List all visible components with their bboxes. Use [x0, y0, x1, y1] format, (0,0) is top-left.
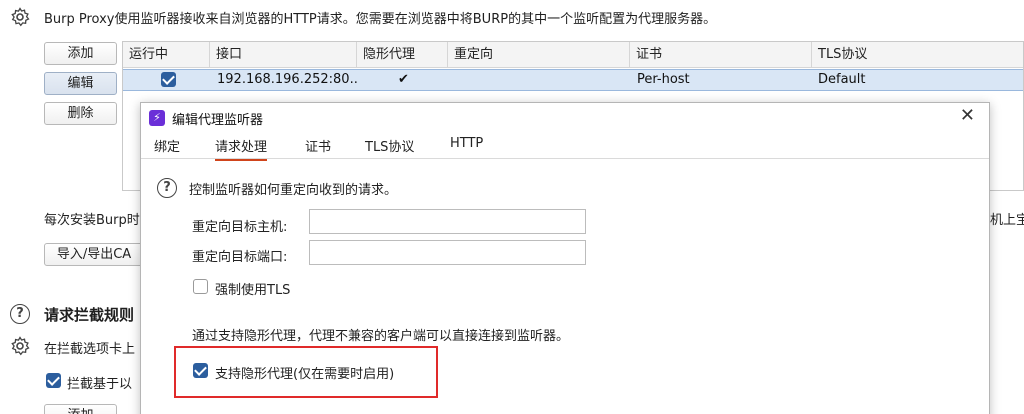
tab-http[interactable]: HTTP: [450, 136, 483, 151]
row-certificate: Per-host: [637, 72, 690, 87]
import-export-ca-button[interactable]: 导入/导出CA: [44, 243, 144, 266]
add-listener-button[interactable]: 添加: [44, 42, 117, 65]
gear-icon[interactable]: [10, 7, 30, 27]
row-tls: Default: [818, 72, 866, 87]
proxy-listeners-description: Burp Proxy使用监听器接收来自浏览器的HTTP请求。您需要在浏览器中将B…: [44, 12, 717, 27]
column-running[interactable]: 运行中: [123, 42, 210, 68]
redirect-host-input[interactable]: [309, 209, 586, 234]
column-certificate[interactable]: 证书: [630, 42, 812, 68]
table-row[interactable]: 192.168.196.252:80... ✔ Per-host Default: [123, 69, 1023, 91]
intercept-add-button[interactable]: 添加: [44, 404, 117, 414]
help-icon[interactable]: ?: [157, 178, 177, 198]
remove-listener-button[interactable]: 删除: [44, 102, 117, 125]
column-redirect[interactable]: 重定向: [448, 42, 630, 68]
force-tls-label: 强制使用TLS: [215, 283, 291, 298]
gear-icon[interactable]: [10, 336, 30, 356]
tab-certificate[interactable]: 证书: [305, 136, 331, 155]
dialog-tabs: 绑定 请求处理 证书 TLS协议 HTTP: [141, 133, 989, 161]
highlight-box: [174, 346, 438, 398]
intercept-rules-title: 请求拦截规则: [44, 306, 135, 324]
table-header: 运行中 接口 隐形代理 重定向 证书 TLS协议: [123, 42, 1023, 68]
running-checkbox[interactable]: [161, 70, 176, 90]
ca-cert-description-right: 机上宝: [990, 213, 1024, 228]
tab-tls-protocols[interactable]: TLS协议: [365, 136, 414, 155]
row-interface: 192.168.196.252:80...: [217, 72, 357, 87]
dialog-titlebar: ⚡ 编辑代理监听器 ✕: [141, 103, 989, 131]
redirect-port-input[interactable]: [309, 240, 586, 265]
intercept-description: 在拦截选项卡上: [44, 342, 136, 357]
redirect-host-label: 重定向目标主机:: [192, 220, 288, 235]
request-handling-intro: 控制监听器如何重定向收到的请求。: [189, 183, 398, 198]
tab-binding[interactable]: 绑定: [154, 136, 180, 155]
edit-listener-button[interactable]: 编辑: [44, 72, 117, 95]
intercept-checkbox-label: 拦截基于以: [67, 377, 133, 392]
dialog-title: 编辑代理监听器: [172, 113, 264, 128]
column-invisible[interactable]: 隐形代理: [357, 42, 448, 68]
row-invisible: ✔: [398, 72, 409, 87]
column-interface[interactable]: 接口: [210, 42, 357, 68]
tab-request-handling[interactable]: 请求处理: [215, 136, 268, 161]
close-icon[interactable]: ✕: [960, 106, 975, 126]
intercept-checkbox[interactable]: [46, 373, 61, 388]
force-tls-checkbox[interactable]: [193, 279, 208, 294]
column-tls[interactable]: TLS协议: [812, 42, 1024, 68]
ca-cert-description: 每次安装Burp时: [44, 213, 140, 228]
invisible-proxy-description: 通过支持隐形代理，代理不兼容的客户端可以直接连接到监听器。: [192, 329, 570, 344]
burp-app-icon: ⚡: [149, 110, 165, 126]
help-icon[interactable]: ?: [10, 304, 30, 324]
redirect-port-label: 重定向目标端口:: [192, 250, 288, 265]
